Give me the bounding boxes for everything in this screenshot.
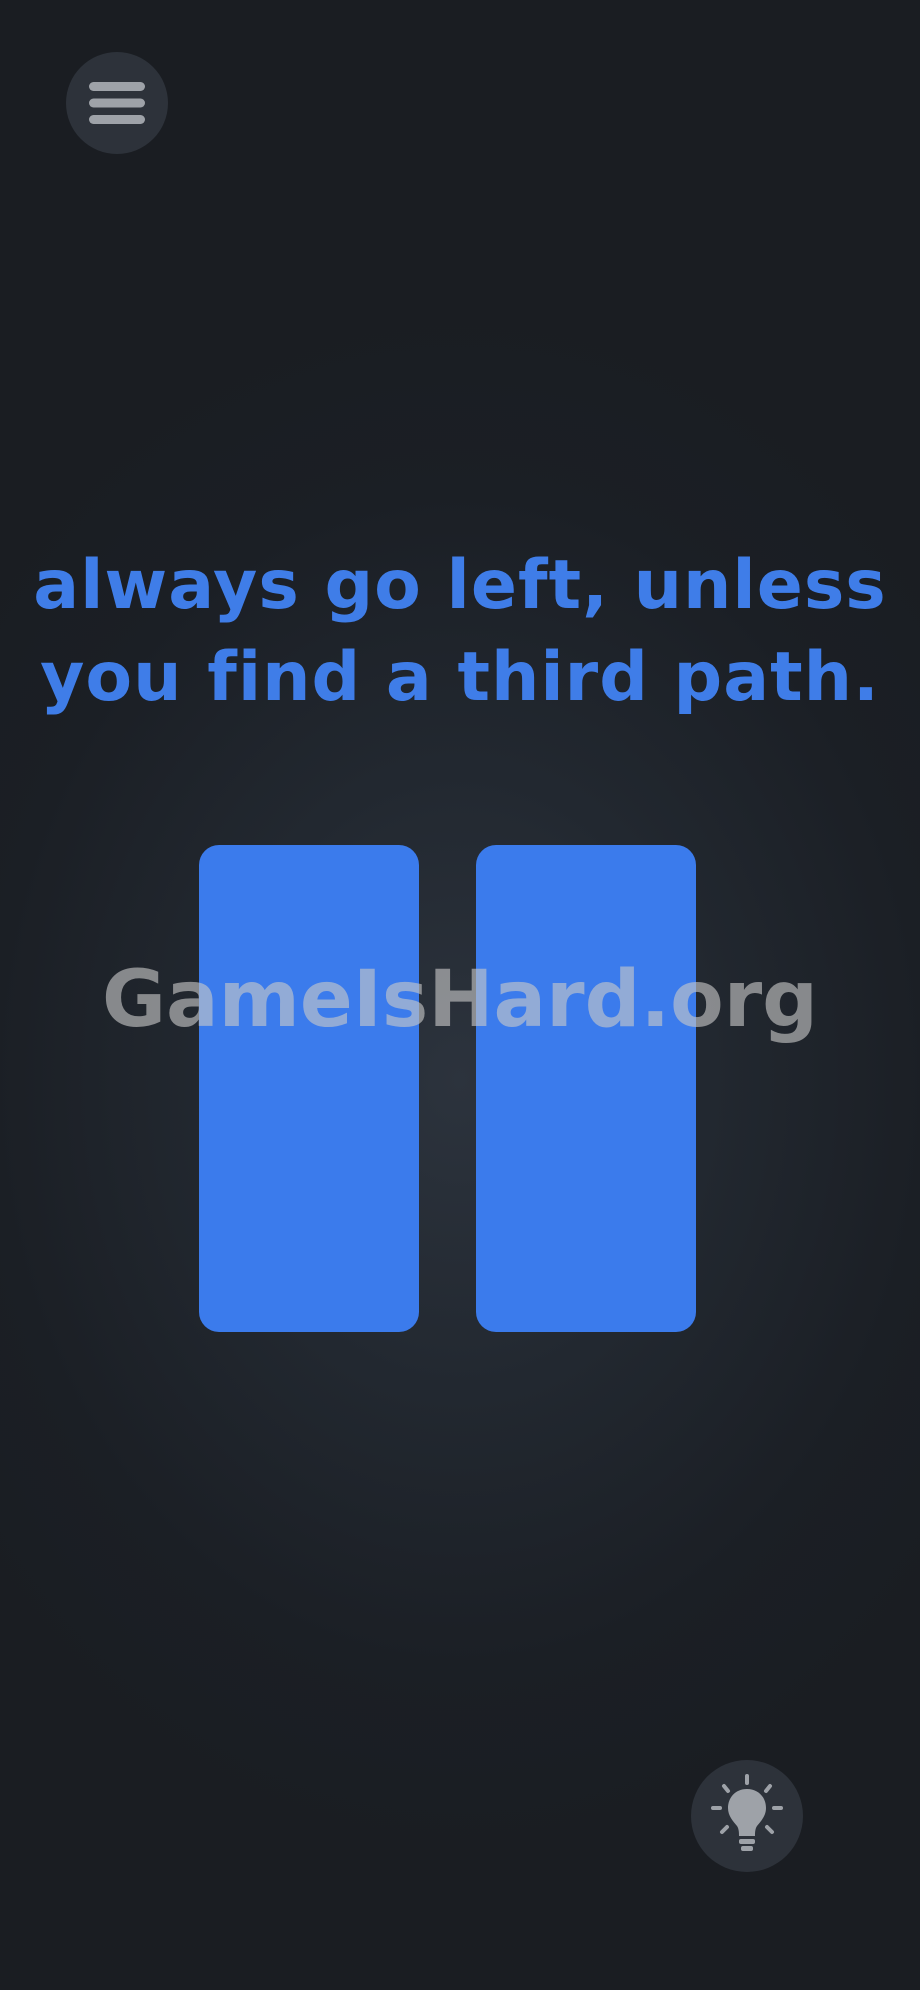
menu-button[interactable] [66, 52, 168, 154]
prompt-line-1: always go left, unless [33, 546, 887, 625]
left-panel[interactable] [199, 845, 419, 1332]
hint-button[interactable] [691, 1760, 803, 1872]
watermark: GameIsHard.org [101, 955, 818, 1045]
puzzle-prompt: always go left, unless you find a third … [0, 540, 920, 724]
lightbulb-icon [711, 1774, 783, 1851]
hamburger-menu-icon [89, 82, 145, 124]
prompt-line-2: you find a third path. [40, 638, 880, 717]
right-panel[interactable] [476, 845, 696, 1332]
